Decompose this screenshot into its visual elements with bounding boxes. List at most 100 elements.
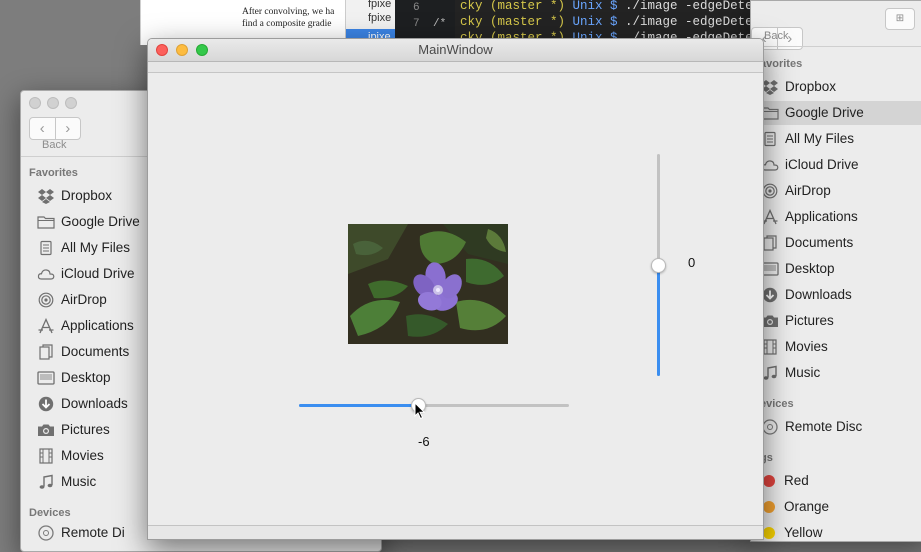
sidebar-item-label: Music — [785, 365, 821, 380]
sidebar-item-all-my-files[interactable]: All My Files — [761, 127, 854, 151]
sidebar-item-icloud-drive[interactable]: iCloud Drive — [761, 153, 859, 177]
v-slider-fill — [657, 265, 660, 376]
sidebar-item-documents[interactable]: Documents — [37, 340, 129, 364]
sidebar-item-label: Remote Disc — [785, 419, 863, 434]
sidebar-item-dropbox[interactable]: Dropbox — [37, 184, 112, 208]
downloads-icon — [37, 395, 55, 413]
sidebar-item-music[interactable]: Music — [761, 361, 820, 385]
mouse-pointer-icon — [414, 401, 426, 423]
favorites-header: avorites — [760, 58, 803, 70]
sidebar-item-pictures[interactable]: Pictures — [37, 418, 110, 442]
sidebar-item-movies[interactable]: Movies — [37, 444, 104, 468]
sidebar-item-desktop[interactable]: Desktop — [37, 366, 111, 390]
sidebar-item-label: Desktop — [785, 261, 835, 276]
sidebar-item-downloads[interactable]: Downloads — [761, 283, 852, 307]
zoom-button-inactive[interactable] — [65, 97, 77, 109]
finder-window-right: ‹ › Back ⊞ avorites Dropbox Google Drive A… — [750, 0, 921, 542]
v-slider-handle[interactable] — [651, 258, 666, 273]
document-line: find a composite gradie — [242, 19, 332, 29]
sidebar-item-desktop[interactable]: Desktop — [761, 257, 835, 281]
sidebar-item-documents[interactable]: Documents — [761, 231, 853, 255]
sidebar-item-label: Remote Di — [61, 525, 125, 540]
document-line: After convolving, we ha — [242, 7, 335, 17]
sidebar-item-airdrop[interactable]: AirDrop — [37, 288, 107, 312]
back-label: Back — [42, 139, 67, 151]
line-number: 6 — [413, 2, 420, 14]
terminal-line: cky (master *) Unix $ ./image -edgeDetec… — [460, 0, 755, 13]
desktop-icon — [37, 369, 55, 387]
close-button-inactive[interactable] — [29, 97, 41, 109]
sidebar-item-label: Movies — [785, 339, 828, 354]
back-label: Back — [764, 30, 789, 42]
status-bar — [148, 525, 763, 539]
h-slider-fill — [299, 404, 418, 407]
sidebar-tag-red[interactable]: Red — [763, 469, 809, 493]
toolbar-area — [148, 62, 763, 73]
sidebar-item-label: Red — [784, 473, 809, 488]
tag-color-dot-icon — [763, 527, 775, 539]
devices-header: Devices — [29, 507, 71, 519]
nav-back-forward: ‹ › — [29, 117, 81, 140]
code-comment: /* — [433, 18, 447, 30]
sidebar-item-label: Orange — [784, 499, 830, 514]
film-icon — [37, 447, 55, 465]
sidebar-item-label: Pictures — [785, 313, 834, 328]
sidebar-item-label: Downloads — [61, 396, 128, 411]
document-text: After convolving, we ha find a composite… — [242, 6, 362, 30]
cloud-icon — [37, 265, 55, 283]
line-number: 7 — [413, 18, 420, 30]
minimize-button-inactive[interactable] — [47, 97, 59, 109]
devices-header: evices — [760, 398, 794, 410]
sidebar-item-label: Dropbox — [61, 188, 113, 203]
folder-icon — [37, 213, 55, 231]
sidebar-item-movies[interactable]: Movies — [761, 335, 828, 359]
all-files-icon — [37, 239, 55, 257]
sidebar-item-google-drive[interactable]: Google Drive — [37, 210, 140, 234]
sidebar-item-label: All My Files — [61, 240, 131, 255]
terminal-line: cky (master *) Unix $ ./image -edgeDetec… — [460, 15, 755, 29]
sidebar-item-applications[interactable]: Applications — [761, 205, 858, 229]
back-button[interactable]: ‹ — [30, 118, 55, 139]
sidebar-item-remote-disc[interactable]: Remote Disc — [761, 415, 862, 439]
sidebar-item-applications[interactable]: Applications — [37, 314, 134, 338]
ide-file-row[interactable]: fpixe — [346, 10, 396, 26]
sidebar-item-all-my-files[interactable]: All My Files — [37, 236, 130, 260]
tag-color-dot-icon — [763, 475, 775, 487]
h-slider-value-label: -6 — [418, 434, 430, 449]
main-window: MainWindow -6 0 — [147, 38, 764, 540]
airdrop-icon — [37, 291, 55, 309]
sidebar-item-label: iCloud Drive — [785, 157, 859, 172]
forward-button[interactable]: › — [54, 118, 81, 139]
sidebar-item-label: Downloads — [785, 287, 852, 302]
flower-image — [348, 224, 508, 344]
sidebar-item-label: AirDrop — [785, 183, 831, 198]
sidebar-item-downloads[interactable]: Downloads — [37, 392, 128, 416]
sidebar-item-label: AirDrop — [61, 292, 107, 307]
sidebar-item-label: iCloud Drive — [61, 266, 135, 281]
sidebar-item-label: Pictures — [61, 422, 110, 437]
sidebar-item-label: Movies — [61, 448, 104, 463]
sidebar-item-label: Documents — [785, 235, 854, 250]
sidebar-tag-orange[interactable]: Orange — [763, 495, 829, 519]
view-grid-button[interactable]: ⊞ — [885, 8, 915, 30]
dropbox-icon — [37, 187, 55, 205]
favorites-header: Favorites — [29, 167, 78, 179]
disc-icon — [37, 524, 55, 542]
sidebar-item-dropbox[interactable]: Dropbox — [761, 75, 836, 99]
sidebar-item-label: All My Files — [785, 131, 855, 146]
sidebar-item-music[interactable]: Music — [37, 470, 96, 494]
sidebar-item-label: Music — [61, 474, 97, 489]
sidebar-item-label: Applications — [785, 209, 858, 224]
camera-icon — [37, 421, 55, 439]
window-title: MainWindow — [418, 42, 493, 57]
toolbar-divider — [751, 46, 921, 47]
sidebar-item-icloud-drive[interactable]: iCloud Drive — [37, 262, 135, 286]
sidebar-item-google-drive[interactable]: Google Drive — [751, 101, 921, 125]
sidebar-item-pictures[interactable]: Pictures — [761, 309, 834, 333]
vertical-slider[interactable] — [648, 154, 668, 376]
title-bar[interactable]: MainWindow — [148, 39, 763, 62]
sidebar-item-remote-disc[interactable]: Remote Di — [37, 521, 125, 545]
sidebar-item-airdrop[interactable]: AirDrop — [761, 179, 831, 203]
horizontal-slider[interactable] — [299, 397, 569, 413]
sidebar-item-label: Desktop — [61, 370, 111, 385]
